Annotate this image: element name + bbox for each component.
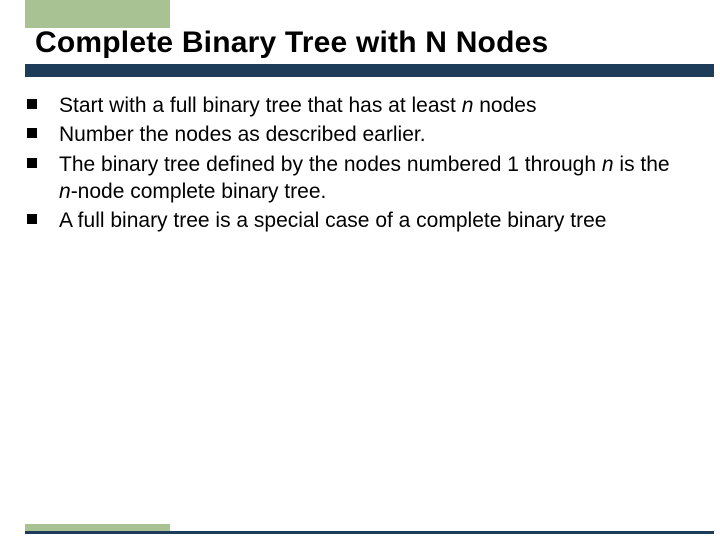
slide-content: Start with a full binary tree that has a… xyxy=(25,92,680,236)
footer-bar xyxy=(25,531,714,534)
bullet-text: The binary tree defined by the nodes num… xyxy=(59,151,680,206)
bullet-icon xyxy=(27,214,37,224)
bullet-icon xyxy=(27,128,37,138)
list-item: Start with a full binary tree that has a… xyxy=(25,92,680,119)
bullet-text: Number the nodes as described earlier. xyxy=(59,121,426,148)
title-underline-bar xyxy=(25,64,714,77)
accent-box xyxy=(25,0,170,28)
list-item: A full binary tree is a special case of … xyxy=(25,207,680,234)
bullet-icon xyxy=(27,99,37,109)
bullet-icon xyxy=(27,158,37,168)
slide-header: Complete Binary Tree with N Nodes xyxy=(0,0,720,80)
slide-title: Complete Binary Tree with N Nodes xyxy=(35,26,548,60)
bullet-text: A full binary tree is a special case of … xyxy=(59,207,606,234)
list-item: The binary tree defined by the nodes num… xyxy=(25,151,680,206)
bullet-text: Start with a full binary tree that has a… xyxy=(59,92,536,119)
list-item: Number the nodes as described earlier. xyxy=(25,121,680,148)
